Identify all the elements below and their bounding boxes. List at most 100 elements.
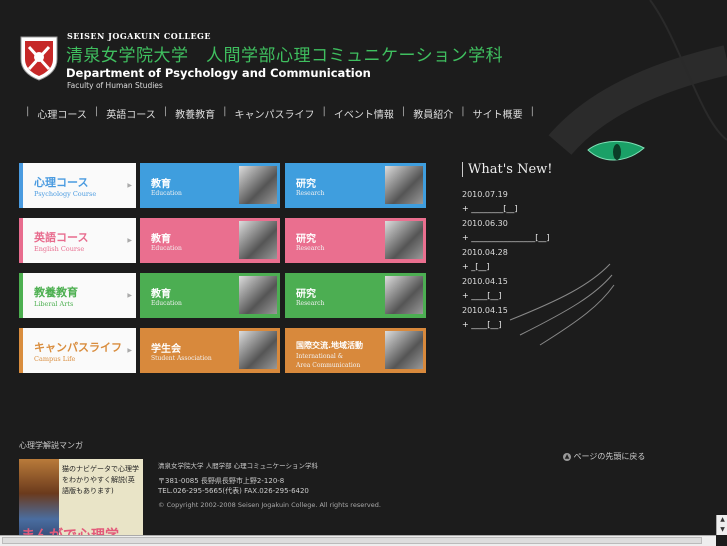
nav-separator: | [94,106,99,117]
news-item: 2010.04.28 + _[__] [462,248,508,271]
scroll-down-arrow-icon[interactable]: ▼ [717,525,727,535]
news-heading: What's New! [462,162,553,177]
cat-face-decoration [509,0,727,346]
section-tile-title: 研究 [296,289,316,300]
section-tile-2-1[interactable]: 教育 Education [140,273,280,318]
section-tile-title: 研究 [296,234,316,245]
nav-separator: | [163,106,168,117]
section-photo [385,276,423,314]
department-name: Department of Psychology and Communicati… [66,66,371,80]
section-photo [239,276,277,314]
copyright: © Copyright 2002-2008 Seisen Jogakuin Co… [158,501,381,509]
section-tile-title: 教育 [151,289,171,300]
news-link[interactable]: + _[__] [462,262,508,271]
course-tile-title: キャンパスライフ [34,341,122,354]
nav-separator: | [401,106,406,117]
section-photo [239,331,277,369]
nav-separator: | [461,106,465,117]
news-date: 2010.07.19 [462,190,508,199]
section-tile-subtitle: Research [296,190,325,197]
course-tile-subtitle: English Course [34,245,85,253]
section-tile-subtitle: Education [151,190,182,197]
scroll-up-arrow-icon[interactable]: ▲ [717,515,727,525]
section-tile-1-1[interactable]: 教育 Education [140,218,280,263]
section-tile-subtitle: Research [296,245,325,252]
news-item: 2010.06.30 + ________________[__] [462,219,550,242]
back-to-top-link[interactable]: ▲ ページの先頭に戻る [563,451,645,462]
section-tile-subtitle-line2: Area Communication [296,362,361,369]
manga-banner[interactable]: 猫のナビゲータで心理学をわかりやすく解説(英語版もあります) まんがで心理学 [19,459,143,545]
nav-separator: | [223,106,227,117]
news-date: 2010.04.15 [462,306,508,315]
section-tile-title: 学生会 [151,344,181,355]
nav-separator: | [322,106,326,117]
section-tile-title: 国際交流.地域活動 [296,341,364,350]
footer-address-title: 清泉女学院大学 人間学部 心理コミュニケーション学科 [158,462,319,470]
faculty-name: Faculty of Human Studies [67,81,163,90]
footer-phone: TEL.026-295-5665(代表) FAX.026-295-6420 [158,487,309,495]
section-tile-title: 教育 [151,234,171,245]
chevron-right-icon: ▶ [127,182,132,189]
news-date: 2010.04.28 [462,248,508,257]
nav-item-psychology[interactable]: 心理コース [37,106,87,121]
section-photo [385,166,423,204]
section-tile-subtitle: Education [151,245,182,252]
news-link[interactable]: + ________________[__] [462,233,550,242]
course-tile-0[interactable]: 心理コース Psychology Course ▶ [19,163,136,208]
manga-section-heading: 心理学解説マンガ [19,441,83,450]
course-tile-3[interactable]: キャンパスライフ Campus Life ▶ [19,328,136,373]
section-tile-1-2[interactable]: 研究 Research [285,218,426,263]
section-tile-2-2[interactable]: 研究 Research [285,273,426,318]
nav-item-faculty[interactable]: 教員紹介 [413,106,453,121]
vertical-scrollbar[interactable]: ▲ ▼ [716,515,727,535]
chevron-right-icon: ▶ [127,347,132,354]
college-name: SEISEN JOGAKUIN COLLEGE [67,31,211,41]
course-tile-title: 心理コース [34,176,89,189]
back-to-top-label: ページの先頭に戻る [573,452,646,461]
nav-item-events[interactable]: イベント情報 [334,106,394,121]
news-item: 2010.07.19 + ________[__] [462,190,518,213]
section-photo [239,166,277,204]
main-nav: | 心理コース | 英語コース | 教養教育 | キャンパスライフ | イベント… [18,106,542,121]
footer-postal-address: 〒381-0085 長野県長野市上野2-120-8 [158,477,285,485]
nav-item-english[interactable]: 英語コース [106,106,156,121]
course-tile-2[interactable]: 教養教育 Liberal Arts ▶ [19,273,136,318]
section-tile-subtitle: International & [296,353,344,360]
section-tile-title: 教育 [151,179,171,190]
news-date: 2010.06.30 [462,219,508,228]
section-tile-subtitle: Research [296,300,325,307]
course-tile-subtitle: Liberal Arts [34,300,74,308]
section-tile-3-1[interactable]: 学生会 Student Association [140,328,280,373]
course-tile-title: 英語コース [34,231,89,244]
section-tile-0-2[interactable]: 研究 Research [285,163,426,208]
section-tile-subtitle: Student Association [151,355,212,362]
news-date: 2010.04.15 [462,277,508,286]
news-item: 2010.04.15 + ____[__] [462,306,508,329]
course-tile-title: 教養教育 [34,286,78,299]
page-title[interactable]: 清泉女学院大学 人間学部心理コミュニケーション学科 [66,41,503,66]
scroll-thumb[interactable] [2,537,702,544]
news-link[interactable]: + ____[__] [462,320,508,329]
section-photo [385,331,423,369]
manga-banner-text: 猫のナビゲータで心理学をわかりやすく解説(英語版もあります) [62,465,139,495]
section-tile-title: 研究 [296,179,316,190]
chevron-right-icon: ▶ [127,292,132,299]
nav-item-campus-life[interactable]: キャンパスライフ [235,106,315,121]
section-tile-3-2[interactable]: 国際交流.地域活動 International & Area Communicati… [285,328,426,373]
news-item: 2010.04.15 + ____[__] [462,277,508,300]
nav-separator: | [26,106,30,117]
section-photo [239,221,277,259]
section-tile-0-1[interactable]: 教育 Education [140,163,280,208]
news-link[interactable]: + ____[__] [462,291,508,300]
section-photo [385,221,423,259]
section-tile-subtitle: Education [151,300,182,307]
chevron-right-icon: ▶ [127,237,132,244]
college-crest-logo[interactable] [19,33,59,81]
horizontal-scrollbar[interactable] [0,535,716,546]
arrow-up-icon: ▲ [563,452,571,461]
news-link[interactable]: + ________[__] [462,204,518,213]
course-tile-subtitle: Campus Life [34,355,76,363]
course-tile-subtitle: Psychology Course [34,190,97,198]
course-tile-1[interactable]: 英語コース English Course ▶ [19,218,136,263]
nav-item-liberal-arts[interactable]: 教養教育 [175,106,215,121]
